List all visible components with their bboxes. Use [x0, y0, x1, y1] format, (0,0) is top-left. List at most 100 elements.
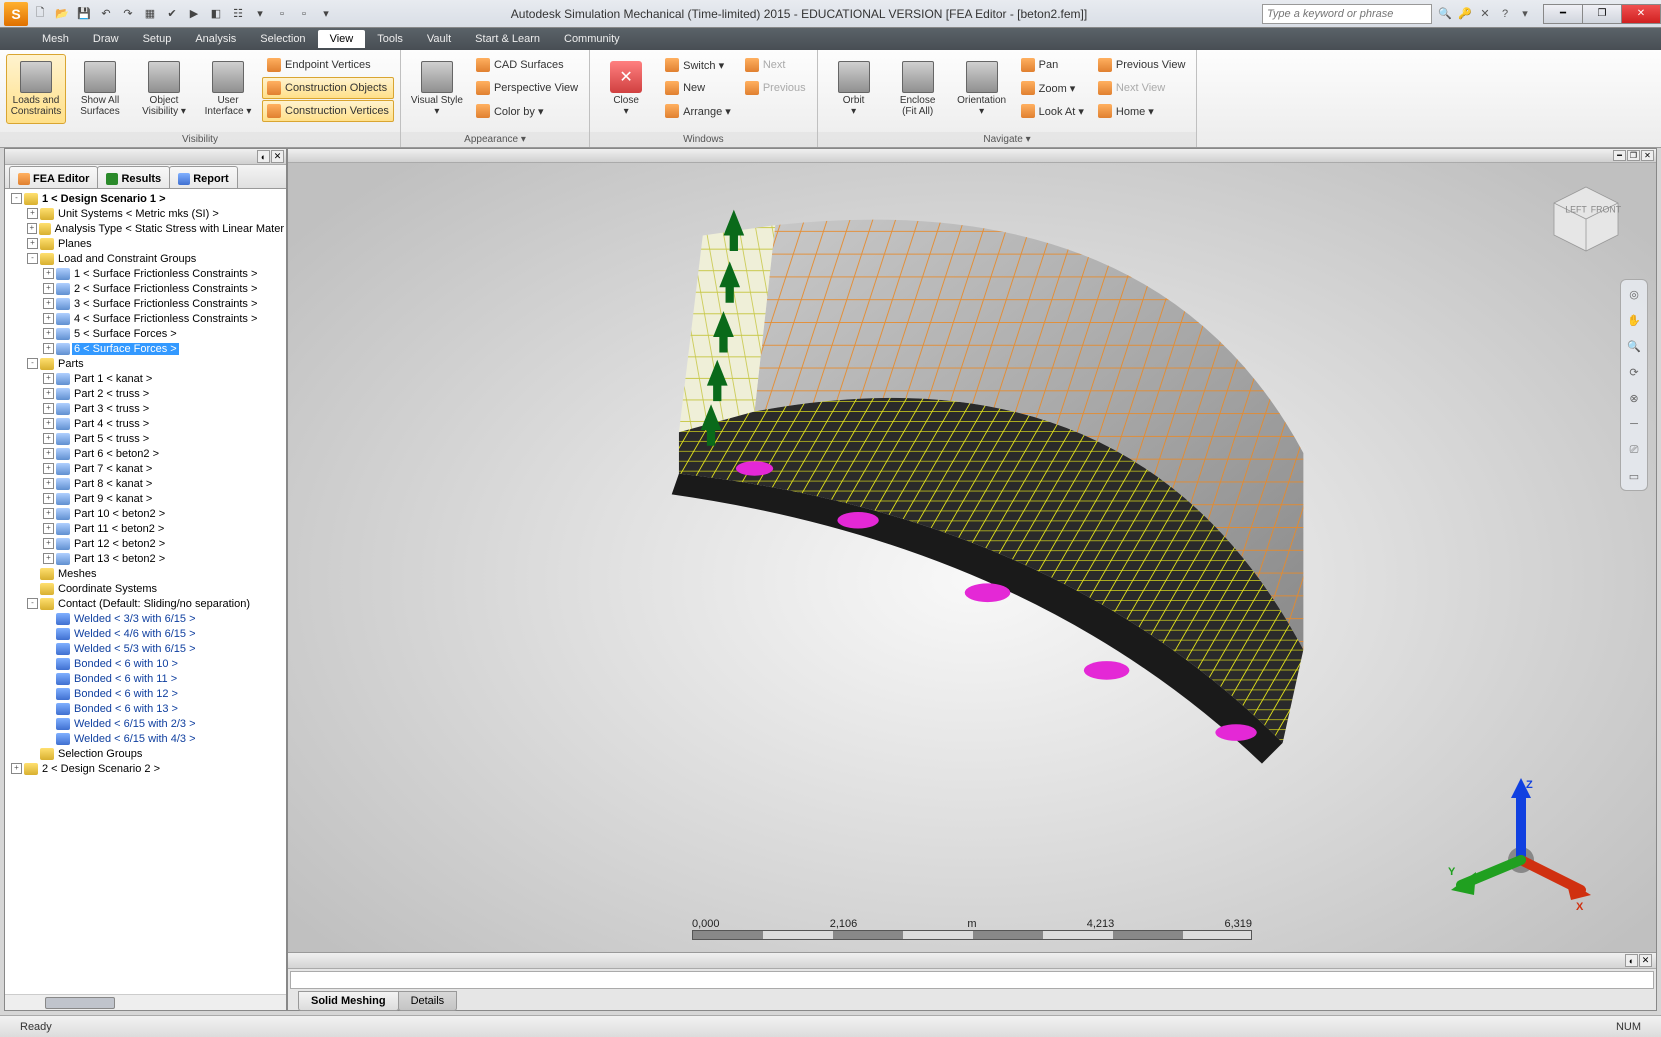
- nav-orbit-icon[interactable]: ⟳: [1624, 362, 1644, 382]
- expander-icon[interactable]: -: [27, 253, 38, 264]
- side-tab-fea[interactable]: FEA Editor: [9, 166, 98, 188]
- tree-node[interactable]: +Part 8 < kanat >: [7, 476, 286, 491]
- tree-node[interactable]: -Parts: [7, 356, 286, 371]
- tree-node[interactable]: Welded < 5/3 with 6/15 >: [7, 641, 286, 656]
- tree-node[interactable]: +Part 4 < truss >: [7, 416, 286, 431]
- prevview-button[interactable]: Previous View: [1093, 54, 1191, 76]
- expander-icon[interactable]: +: [43, 508, 54, 519]
- bottom-tab-det[interactable]: Details: [398, 991, 458, 1011]
- tree-node[interactable]: Selection Groups: [7, 746, 286, 761]
- orient-button[interactable]: Orientation▾: [952, 54, 1012, 124]
- panel-close-icon[interactable]: ✕: [271, 150, 284, 163]
- expander-icon[interactable]: -: [27, 598, 38, 609]
- vp-minimize-icon[interactable]: ━: [1613, 150, 1626, 161]
- infocenter-icon[interactable]: 🔍: [1436, 5, 1454, 23]
- tree-node[interactable]: +Part 2 < truss >: [7, 386, 286, 401]
- minimize-button[interactable]: ━: [1543, 4, 1583, 24]
- nav-fit-icon[interactable]: ⊗: [1624, 388, 1644, 408]
- new-button[interactable]: New: [660, 77, 736, 99]
- tree-node[interactable]: Welded < 3/3 with 6/15 >: [7, 611, 286, 626]
- vp-close-icon[interactable]: ✕: [1641, 150, 1654, 161]
- expander-icon[interactable]: +: [43, 283, 54, 294]
- expander-icon[interactable]: +: [43, 523, 54, 534]
- tree-node[interactable]: +4 < Surface Frictionless Constraints >: [7, 311, 286, 326]
- menu-tools[interactable]: Tools: [365, 30, 415, 48]
- menu-setup[interactable]: Setup: [131, 30, 184, 48]
- home-button[interactable]: Home ▾: [1093, 100, 1191, 122]
- ui-button[interactable]: UserInterface ▾: [198, 54, 258, 124]
- scroll-thumb[interactable]: [45, 997, 115, 1009]
- qat-more-icon[interactable]: ▾: [250, 4, 270, 24]
- tree-node[interactable]: +Part 3 < truss >: [7, 401, 286, 416]
- lookat-button[interactable]: Look At ▾: [1016, 100, 1089, 122]
- tree-node[interactable]: +Analysis Type < Static Stress with Line…: [7, 221, 286, 236]
- expander-icon[interactable]: +: [43, 538, 54, 549]
- qat-check-icon[interactable]: ✔: [162, 4, 182, 24]
- persp-button[interactable]: Perspective View: [471, 77, 583, 99]
- arrange-button[interactable]: Arrange ▾: [660, 100, 736, 122]
- expander-icon[interactable]: +: [43, 463, 54, 474]
- maximize-button[interactable]: ❐: [1582, 4, 1622, 24]
- pan-button[interactable]: Pan: [1016, 54, 1089, 76]
- expander-icon[interactable]: +: [43, 328, 54, 339]
- tree-node[interactable]: +Part 10 < beton2 >: [7, 506, 286, 521]
- tree-node[interactable]: +Unit Systems < Metric mks (SI) >: [7, 206, 286, 221]
- command-input[interactable]: [290, 971, 1654, 989]
- tree-node[interactable]: -1 < Design Scenario 1 >: [7, 191, 286, 206]
- panel-pin-icon[interactable]: ◐: [257, 150, 270, 163]
- qat-save-icon[interactable]: 💾: [74, 4, 94, 24]
- tree-node[interactable]: Coordinate Systems: [7, 581, 286, 596]
- qat-redo-icon[interactable]: ↷: [118, 4, 138, 24]
- cobj-button[interactable]: Construction Objects: [262, 77, 394, 99]
- tree-hscroll[interactable]: [5, 994, 286, 1010]
- side-tab-res[interactable]: Results: [97, 166, 170, 188]
- tree-node[interactable]: +3 < Surface Frictionless Constraints >: [7, 296, 286, 311]
- tree-node[interactable]: Bonded < 6 with 10 >: [7, 656, 286, 671]
- viewcube[interactable]: LEFT FRONT: [1546, 179, 1626, 259]
- nav-zoom-icon[interactable]: 🔍: [1624, 336, 1644, 356]
- nav-pan-icon[interactable]: ✋: [1624, 310, 1644, 330]
- expander-icon[interactable]: +: [43, 553, 54, 564]
- tree-node[interactable]: -Load and Constraint Groups: [7, 251, 286, 266]
- app-icon[interactable]: S: [4, 2, 28, 26]
- nav-wheel-icon[interactable]: ◎: [1624, 284, 1644, 304]
- expander-icon[interactable]: +: [43, 433, 54, 444]
- tree-node[interactable]: +Part 9 < kanat >: [7, 491, 286, 506]
- tree-node[interactable]: +2 < Surface Frictionless Constraints >: [7, 281, 286, 296]
- qat-drop-icon[interactable]: ▾: [316, 4, 336, 24]
- expander-icon[interactable]: +: [43, 388, 54, 399]
- model-tree[interactable]: -1 < Design Scenario 1 >+Unit Systems < …: [5, 189, 286, 994]
- expander-icon[interactable]: +: [43, 493, 54, 504]
- tree-node[interactable]: Bonded < 6 with 13 >: [7, 701, 286, 716]
- expander-icon[interactable]: +: [43, 478, 54, 489]
- side-tab-rep[interactable]: Report: [169, 166, 237, 188]
- tree-node[interactable]: Welded < 6/15 with 4/3 >: [7, 731, 286, 746]
- vstyle-button[interactable]: Visual Style▾: [407, 54, 467, 124]
- qat-new-icon[interactable]: 🗋: [30, 4, 50, 24]
- menu-start-learn[interactable]: Start & Learn: [463, 30, 552, 48]
- qat-run-icon[interactable]: ▶: [184, 4, 204, 24]
- menu-community[interactable]: Community: [552, 30, 632, 48]
- expander-icon[interactable]: +: [43, 418, 54, 429]
- tree-node[interactable]: +6 < Surface Forces >: [7, 341, 286, 356]
- tree-node[interactable]: +1 < Surface Frictionless Constraints >: [7, 266, 286, 281]
- menu-vault[interactable]: Vault: [415, 30, 463, 48]
- cadsurf-button[interactable]: CAD Surfaces: [471, 54, 583, 76]
- tree-node[interactable]: +Part 7 < kanat >: [7, 461, 286, 476]
- menu-analysis[interactable]: Analysis: [183, 30, 248, 48]
- expander-icon[interactable]: -: [11, 193, 22, 204]
- zoom-button[interactable]: Zoom ▾: [1016, 77, 1089, 99]
- objvis-button[interactable]: ObjectVisibility ▾: [134, 54, 194, 124]
- tree-node[interactable]: +Part 5 < truss >: [7, 431, 286, 446]
- qat-results-icon[interactable]: ◧: [206, 4, 226, 24]
- menu-mesh[interactable]: Mesh: [30, 30, 81, 48]
- qat-report-icon[interactable]: ☷: [228, 4, 248, 24]
- expander-icon[interactable]: +: [27, 208, 38, 219]
- bp-close-icon[interactable]: ✕: [1639, 954, 1652, 967]
- help-drop-icon[interactable]: ▾: [1516, 5, 1534, 23]
- expander-icon[interactable]: +: [11, 763, 22, 774]
- nav-align-icon[interactable]: ⎚: [1624, 440, 1644, 460]
- signin-icon[interactable]: 🔑: [1456, 5, 1474, 23]
- expander-icon[interactable]: +: [43, 343, 54, 354]
- tree-node[interactable]: +5 < Surface Forces >: [7, 326, 286, 341]
